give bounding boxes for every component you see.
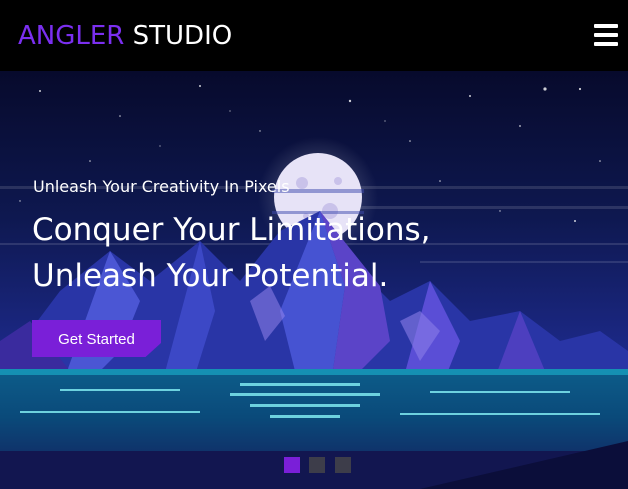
menu-bar (594, 24, 618, 28)
slide-dot-3[interactable] (335, 457, 351, 473)
hero-headline-line1: Conquer Your Limitations, (32, 212, 431, 248)
brand-name-part2: STUDIO (132, 21, 233, 51)
menu-bar (594, 42, 618, 46)
brand-logo[interactable]: ANGLER STUDIO (18, 19, 232, 53)
brand-name-part1: ANGLER (18, 21, 125, 51)
hero-kicker-text: Unleash Your Creativity In Pixels (33, 177, 290, 196)
slide-dot-2[interactable] (309, 457, 325, 473)
slide-dot-1[interactable] (284, 457, 300, 473)
get-started-button[interactable]: Get Started (32, 320, 161, 357)
hamburger-menu-icon[interactable] (594, 24, 618, 46)
hero-headline: Conquer Your Limitations, Unleash Your P… (32, 207, 431, 299)
site-header: ANGLER STUDIO (0, 0, 628, 71)
hero-headline-line2: Unleash Your Potential. (32, 258, 389, 294)
hero-slider: Unleash Your Creativity In Pixels Conque… (0, 71, 628, 489)
landing-page: ANGLER STUDIO Unleash Your Creativity In… (0, 0, 628, 489)
menu-bar (594, 33, 618, 37)
